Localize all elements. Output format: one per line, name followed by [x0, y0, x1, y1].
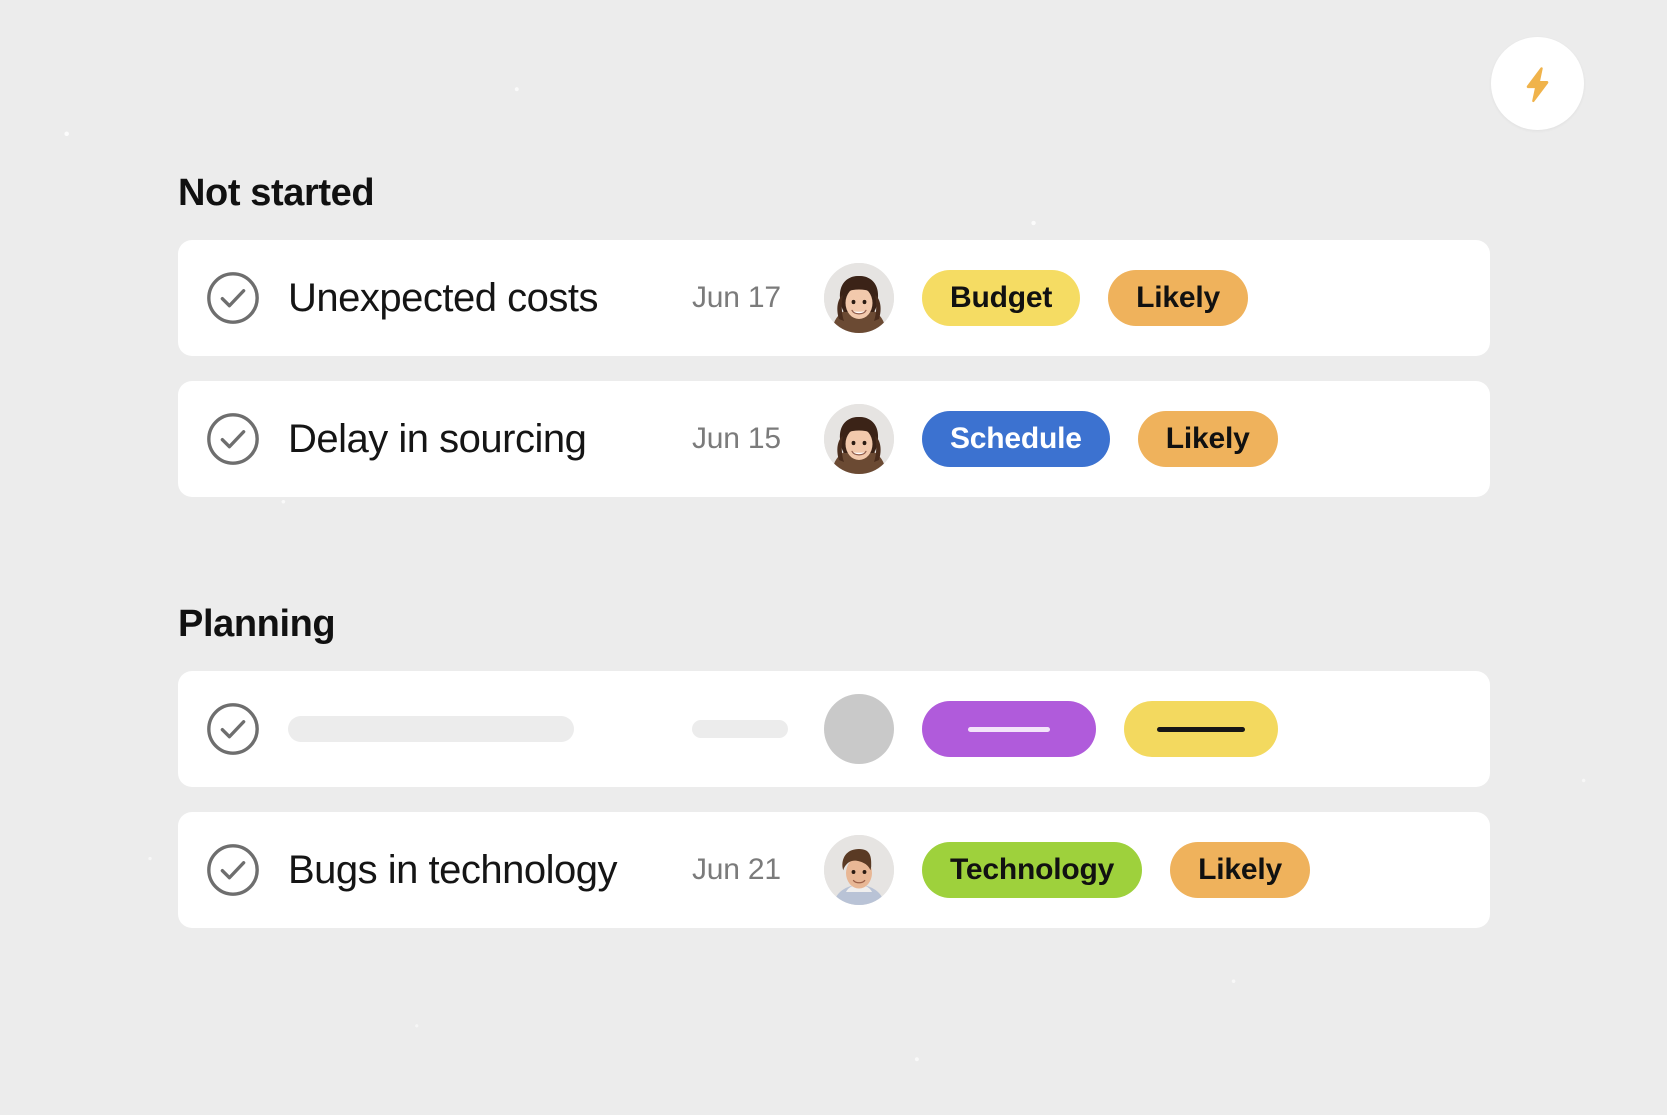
task-row[interactable]: Unexpected costs Jun 17 Budget Likely: [178, 240, 1490, 356]
likelihood-badge[interactable]: Likely: [1108, 270, 1248, 326]
badge-group: Schedule Likely: [922, 411, 1278, 467]
group-rows-planning: Bugs in technology Jun 21 Technology Lik…: [178, 671, 1490, 928]
check-circle-icon[interactable]: [204, 269, 262, 327]
likelihood-badge[interactable]: Likely: [1137, 411, 1278, 467]
assignee-avatar[interactable]: [824, 835, 894, 905]
task-due-date: Jun 15: [692, 422, 781, 455]
likelihood-badge[interactable]: Likely: [1170, 842, 1310, 898]
group-title-planning: Planning: [178, 603, 336, 645]
badge-group: Budget Likely: [922, 270, 1248, 326]
tag-badge-placeholder[interactable]: [922, 701, 1096, 757]
task-title-placeholder: [288, 716, 692, 742]
task-title: Delay in sourcing: [288, 416, 587, 461]
lightning-bolt-icon: [1518, 64, 1558, 104]
task-title: Unexpected costs: [288, 275, 598, 320]
assignee-avatar[interactable]: [824, 404, 894, 474]
quick-action-bolt-button[interactable]: [1491, 37, 1584, 130]
badge-group: Technology Likely: [922, 842, 1310, 898]
task-due-date: Jun 17: [692, 281, 781, 314]
task-due-date: Jun 21: [692, 853, 781, 886]
task-board: Not started Unexpected costs Jun 17 Budg…: [178, 0, 1490, 928]
task-row[interactable]: Delay in sourcing Jun 15 Schedule Likely: [178, 381, 1490, 497]
group-title-not-started: Not started: [178, 172, 375, 214]
badge-group: [922, 701, 1278, 757]
task-row[interactable]: Bugs in technology Jun 21 Technology Lik…: [178, 812, 1490, 928]
check-circle-icon[interactable]: [204, 700, 262, 758]
group-rows-not-started: Unexpected costs Jun 17 Budget Likely De…: [178, 240, 1490, 497]
assignee-avatar[interactable]: [824, 263, 894, 333]
check-circle-icon[interactable]: [204, 841, 262, 899]
tag-badge[interactable]: Budget: [922, 270, 1081, 326]
task-due-date-placeholder: [692, 720, 824, 738]
check-circle-icon[interactable]: [204, 410, 262, 468]
likelihood-badge-placeholder[interactable]: [1124, 701, 1278, 757]
task-title: Bugs in technology: [288, 847, 618, 892]
task-row-skeleton[interactable]: [178, 671, 1490, 787]
tag-badge[interactable]: Technology: [922, 842, 1143, 898]
tag-badge[interactable]: Schedule: [922, 411, 1110, 467]
assignee-avatar-placeholder[interactable]: [824, 694, 894, 764]
